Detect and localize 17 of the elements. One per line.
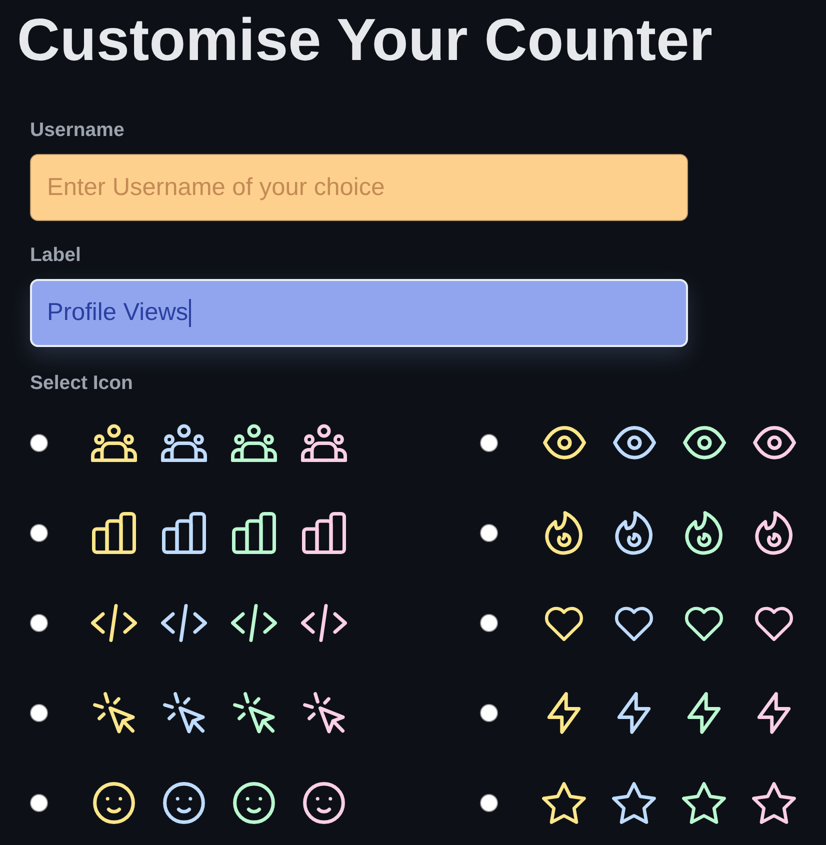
radio-button[interactable] (30, 434, 48, 452)
radio-button[interactable] (30, 794, 48, 812)
radio-button[interactable] (480, 434, 498, 452)
radio-button[interactable] (480, 524, 498, 542)
radio-button[interactable] (30, 524, 48, 542)
radio-button[interactable] (480, 704, 498, 722)
field-label: Label (30, 245, 81, 265)
text-cursor-icon (189, 299, 192, 327)
radio-button[interactable] (480, 794, 498, 812)
text-input[interactable]: Enter Username of your choice (30, 154, 688, 221)
field-label: Select Icon (30, 373, 133, 393)
radio-button[interactable] (30, 704, 48, 722)
page-title: Customise Your Counter (16, 10, 712, 70)
field-label: Username (30, 120, 124, 140)
text-input[interactable]: Profile Views (30, 279, 688, 347)
radio-button[interactable] (480, 614, 498, 632)
radio-button[interactable] (30, 614, 48, 632)
